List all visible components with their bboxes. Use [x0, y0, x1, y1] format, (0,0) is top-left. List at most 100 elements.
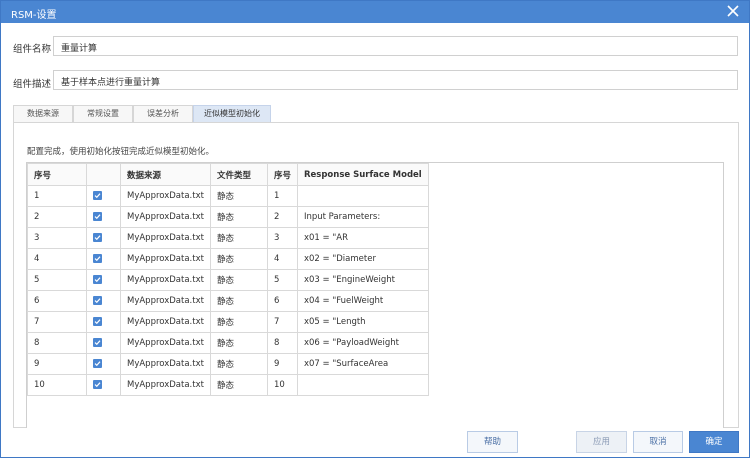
- cell-idx2: 3: [266, 227, 298, 249]
- title-bar: RSM-设置: [1, 1, 749, 23]
- table-row[interactable]: 9 MyApproxData.txt 静态 9 x07 = "SurfaceArea: [27, 353, 429, 375]
- table-row[interactable]: 7 MyApproxData.txt 静态 7 x05 = "Length: [27, 311, 429, 333]
- cell-idx: 3: [27, 227, 87, 249]
- row-checkbox-cell: [86, 269, 121, 291]
- cell-source: MyApproxData.txt: [120, 227, 211, 249]
- column-header[interactable]: Response Surface Model: [296, 163, 429, 186]
- checkbox-checked-icon[interactable]: [93, 296, 102, 305]
- checkbox-checked-icon[interactable]: [93, 275, 102, 284]
- cell-type: 静态: [209, 269, 268, 291]
- checkbox-checked-icon[interactable]: [93, 359, 102, 368]
- table-row[interactable]: 6 MyApproxData.txt 静态 6 x04 = "FuelWeight: [27, 290, 429, 312]
- column-header[interactable]: 文件类型: [209, 163, 268, 186]
- tab-approx-model-init[interactable]: 近似模型初始化: [193, 105, 271, 122]
- data-table: 序号 数据来源 文件类型 序号 Response Surface Model 1…: [27, 163, 429, 396]
- data-grid: 序号 数据来源 文件类型 序号 Response Surface Model 1…: [26, 162, 724, 428]
- cell-source: MyApproxData.txt: [120, 353, 211, 375]
- cell-idx: 8: [27, 332, 87, 354]
- cell-type: 静态: [209, 374, 268, 396]
- checkbox-checked-icon[interactable]: [93, 338, 102, 347]
- cell-idx: 7: [27, 311, 87, 333]
- cell-idx2: 8: [266, 332, 298, 354]
- cell-source: MyApproxData.txt: [120, 290, 211, 312]
- column-header[interactable]: 序号: [27, 163, 87, 186]
- checkbox-checked-icon[interactable]: [93, 380, 102, 389]
- cell-idx2: 1: [266, 185, 298, 207]
- component-desc-label: 组件描述: [13, 79, 52, 90]
- row-checkbox-cell: [86, 353, 121, 375]
- cell-rsm: x04 = "FuelWeight: [296, 290, 429, 312]
- cell-rsm: Input Parameters:: [296, 206, 429, 228]
- component-desc-field[interactable]: 基于样本点进行重量计算: [53, 70, 738, 90]
- cell-idx2: 2: [266, 206, 298, 228]
- tab-error-analysis[interactable]: 误差分析: [133, 105, 193, 122]
- cell-idx: 9: [27, 353, 87, 375]
- cell-source: MyApproxData.txt: [120, 206, 211, 228]
- column-header[interactable]: 序号: [266, 163, 298, 186]
- cell-type: 静态: [209, 311, 268, 333]
- table-body: 1 MyApproxData.txt 静态 1 2 MyApproxData.txt 静态 2…: [27, 185, 429, 396]
- settings-dialog: RSM-设置 组件名称 重量计算 组件描述 基于样本点进行重量计算 数据来源 常…: [0, 0, 750, 458]
- tab-data-source[interactable]: 数据来源: [13, 105, 73, 122]
- table-row[interactable]: 5 MyApproxData.txt 静态 5 x03 = "EngineWeight: [27, 269, 429, 291]
- cell-source: MyApproxData.txt: [120, 374, 211, 396]
- cell-type: 静态: [209, 248, 268, 270]
- help-button[interactable]: 帮助: [467, 431, 518, 453]
- row-checkbox-cell: [86, 227, 121, 249]
- table-row[interactable]: 4 MyApproxData.txt 静态 4 x02 = "Diameter: [27, 248, 429, 270]
- hint-text: 配置完成，使用初始化按钮完成近似模型初始化。: [27, 147, 215, 157]
- checkbox-checked-icon[interactable]: [93, 191, 102, 200]
- tab-panel: 配置完成，使用初始化按钮完成近似模型初始化。 序号 数据来源 文件类型 序号 R…: [13, 122, 739, 428]
- cell-source: MyApproxData.txt: [120, 332, 211, 354]
- checkbox-checked-icon[interactable]: [93, 254, 102, 263]
- row-checkbox-cell: [86, 290, 121, 312]
- row-checkbox-cell: [86, 185, 121, 207]
- row-checkbox-cell: [86, 311, 121, 333]
- cell-source: MyApproxData.txt: [120, 248, 211, 270]
- cell-source: MyApproxData.txt: [120, 311, 211, 333]
- checkbox-checked-icon[interactable]: [93, 212, 102, 221]
- table-row[interactable]: 1 MyApproxData.txt 静态 1: [27, 185, 429, 207]
- cell-type: 静态: [209, 206, 268, 228]
- row-checkbox-cell: [86, 248, 121, 270]
- table-row[interactable]: 2 MyApproxData.txt 静态 2 Input Parameters:: [27, 206, 429, 228]
- cell-rsm: x05 = "Length: [296, 311, 429, 333]
- cell-rsm: x03 = "EngineWeight: [296, 269, 429, 291]
- table-header-row: 序号 数据来源 文件类型 序号 Response Surface Model: [27, 163, 429, 186]
- cell-idx2: 7: [266, 311, 298, 333]
- cell-idx: 6: [27, 290, 87, 312]
- component-name-field[interactable]: 重量计算: [53, 36, 738, 56]
- row-checkbox-cell: [86, 206, 121, 228]
- cell-type: 静态: [209, 290, 268, 312]
- cell-idx: 1: [27, 185, 87, 207]
- row-checkbox-cell: [86, 332, 121, 354]
- cell-rsm: x07 = "SurfaceArea: [296, 353, 429, 375]
- cancel-button[interactable]: 取消: [633, 431, 683, 453]
- table-row[interactable]: 3 MyApproxData.txt 静态 3 x01 = "AR: [27, 227, 429, 249]
- cell-idx: 5: [27, 269, 87, 291]
- cell-rsm: x06 = "PayloadWeight: [296, 332, 429, 354]
- table-row[interactable]: 10 MyApproxData.txt 静态 10: [27, 374, 429, 396]
- cell-rsm: [296, 374, 429, 396]
- column-header[interactable]: 数据来源: [120, 163, 211, 186]
- tab-general-settings[interactable]: 常规设置: [73, 105, 133, 122]
- cell-source: MyApproxData.txt: [120, 269, 211, 291]
- table-row[interactable]: 8 MyApproxData.txt 静态 8 x06 = "PayloadWeight: [27, 332, 429, 354]
- cell-rsm: x01 = "AR: [296, 227, 429, 249]
- component-name-label: 组件名称: [13, 44, 52, 55]
- cell-idx: 2: [27, 206, 87, 228]
- close-icon[interactable]: [725, 3, 741, 19]
- cell-idx2: 9: [266, 353, 298, 375]
- column-header[interactable]: [86, 163, 121, 186]
- ok-button[interactable]: 确定: [689, 431, 739, 453]
- cell-source: MyApproxData.txt: [120, 185, 211, 207]
- cell-rsm: x02 = "Diameter: [296, 248, 429, 270]
- cell-idx: 10: [27, 374, 87, 396]
- checkbox-checked-icon[interactable]: [93, 317, 102, 326]
- cell-type: 静态: [209, 332, 268, 354]
- cell-idx2: 5: [266, 269, 298, 291]
- window-title: RSM-设置: [11, 10, 57, 21]
- apply-button[interactable]: 应用: [576, 431, 627, 453]
- cell-idx: 4: [27, 248, 87, 270]
- checkbox-checked-icon[interactable]: [93, 233, 102, 242]
